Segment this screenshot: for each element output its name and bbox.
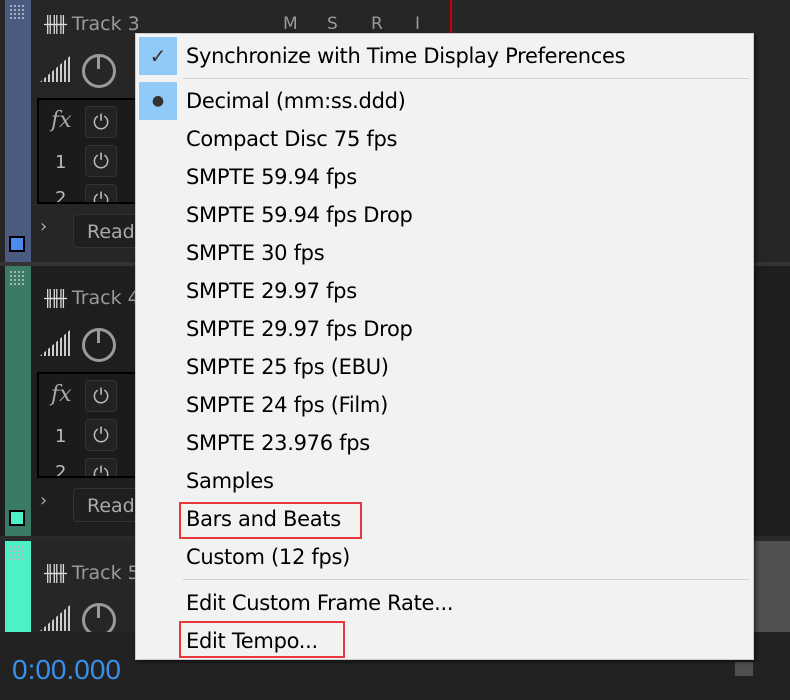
menu-item-format[interactable]: Decimal (mm:ss.ddd) xyxy=(186,82,406,120)
volume-meter-icon xyxy=(40,330,70,356)
time-display[interactable]: 0:00.000 xyxy=(12,654,121,686)
volume-meter-icon xyxy=(40,605,70,631)
slot-power-icon[interactable]: ⏻ xyxy=(85,419,117,451)
highlight-box-bars-and-beats xyxy=(179,502,362,539)
mute-button[interactable]: M xyxy=(283,14,298,34)
menu-separator xyxy=(183,579,749,580)
fx-slot-number: 2 xyxy=(55,462,67,478)
power-knob-icon[interactable] xyxy=(82,328,116,362)
time-format-context-menu: ✓ Synchronize with Time Display Preferen… xyxy=(135,33,754,660)
solo-button[interactable]: S xyxy=(327,14,338,34)
menu-item-format[interactable]: Custom (12 fps) xyxy=(186,538,350,576)
menu-item-format[interactable]: SMPTE 30 fps xyxy=(186,234,325,272)
fx-power-icon[interactable]: ⏻ xyxy=(85,380,117,412)
radio-dot-icon: ● xyxy=(139,82,177,120)
track-name[interactable]: ╫╫╫ Track 5 xyxy=(44,562,140,584)
menu-item-format[interactable]: Samples xyxy=(186,462,274,500)
slot-power-icon[interactable]: ⏻ xyxy=(85,145,117,177)
fx-label: fx xyxy=(51,382,72,407)
fx-slot-number: 2 xyxy=(55,188,67,204)
menu-item-format[interactable]: Compact Disc 75 fps xyxy=(186,120,397,158)
checkmark-icon: ✓ xyxy=(139,37,177,75)
menu-item-synchronize[interactable]: Synchronize with Time Display Preference… xyxy=(186,37,626,75)
chevron-right-icon[interactable]: › xyxy=(40,490,47,511)
track-color-swatch[interactable] xyxy=(9,510,25,526)
drag-grip-icon[interactable] xyxy=(9,270,25,286)
menu-item-format[interactable]: SMPTE 24 fps (Film) xyxy=(186,386,388,424)
slot-power-icon[interactable]: ⏻ xyxy=(85,458,117,476)
waveform-icon: ╫╫╫ xyxy=(44,14,67,34)
fx-slot-number: 1 xyxy=(55,426,67,447)
chevron-right-icon[interactable]: › xyxy=(40,216,47,237)
menu-item-edit-custom-frame-rate[interactable]: Edit Custom Frame Rate... xyxy=(186,584,454,622)
fx-slot-number: 1 xyxy=(55,152,67,173)
waveform-icon: ╫╫╫ xyxy=(44,288,67,308)
highlight-box-edit-tempo xyxy=(179,621,345,658)
menu-item-format[interactable]: SMPTE 29.97 fps Drop xyxy=(186,310,413,348)
fx-rack: fx ⏻ 1 ⏻ 2 ⏻ xyxy=(37,98,147,204)
track-color-strip[interactable] xyxy=(5,541,31,632)
waveform-icon: ╫╫╫ xyxy=(44,563,67,583)
fx-label: fx xyxy=(51,108,72,133)
fx-rack: fx ⏻ 1 ⏻ 2 ⏻ xyxy=(37,372,147,478)
menu-item-format[interactable]: SMPTE 25 fps (EBU) xyxy=(186,348,389,386)
volume-meter-icon xyxy=(40,56,70,82)
track-color-strip[interactable] xyxy=(5,0,31,262)
input-button[interactable]: I xyxy=(415,14,420,34)
record-button[interactable]: R xyxy=(371,14,383,34)
power-knob-icon[interactable] xyxy=(82,54,116,88)
drag-grip-icon[interactable] xyxy=(9,545,25,561)
track-color-strip[interactable] xyxy=(5,266,31,536)
drag-grip-icon[interactable] xyxy=(9,4,25,20)
menu-item-format[interactable]: SMPTE 23.976 fps xyxy=(186,424,370,462)
fx-power-icon[interactable]: ⏻ xyxy=(85,106,117,138)
menu-item-format[interactable]: SMPTE 59.94 fps Drop xyxy=(186,196,413,234)
menu-item-format[interactable]: SMPTE 29.97 fps xyxy=(186,272,357,310)
track-color-swatch[interactable] xyxy=(9,236,25,252)
menu-item-format[interactable]: SMPTE 59.94 fps xyxy=(186,158,357,196)
track-name[interactable]: ╫╫╫ Track 3 xyxy=(44,13,140,35)
scrollbar-thumb[interactable] xyxy=(735,662,753,676)
menu-separator xyxy=(183,78,749,79)
playhead xyxy=(450,0,452,33)
slot-power-icon[interactable]: ⏻ xyxy=(85,184,117,202)
track-name[interactable]: ╫╫╫ Track 4 xyxy=(44,287,140,309)
